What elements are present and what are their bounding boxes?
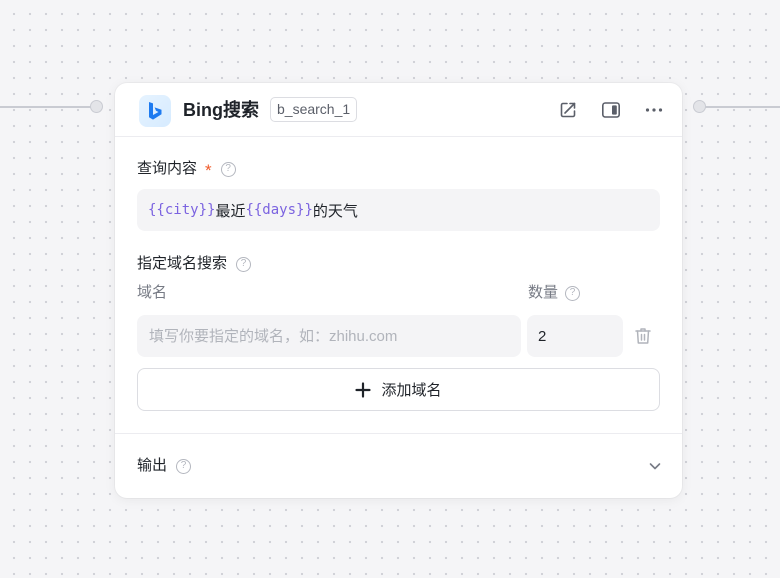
domain-input[interactable]: [137, 315, 521, 357]
help-icon[interactable]: ?: [236, 256, 252, 272]
domain-column-text: 域名: [137, 284, 168, 301]
variable-token: {{days}}: [245, 202, 313, 218]
output-port[interactable]: [693, 100, 706, 113]
query-text: 的天气: [312, 202, 358, 220]
query-input[interactable]: {{city}} 最近 {{days}} 的天气: [137, 189, 660, 231]
incoming-edge: [0, 106, 92, 108]
variable-token: {{city}}: [148, 202, 216, 218]
bing-logo-icon: [139, 95, 171, 127]
domain-search-label: 指定域名搜索: [137, 255, 228, 272]
help-icon[interactable]: ?: [565, 285, 581, 301]
section-divider: [115, 433, 682, 434]
more-button[interactable]: [643, 99, 665, 121]
add-domain-label: 添加域名: [381, 382, 442, 399]
output-label-row[interactable]: 输出 ?: [137, 456, 192, 476]
count-column-label: 数量 ?: [528, 283, 581, 303]
node-header: Bing搜索 b_search_1: [115, 83, 682, 137]
trash-icon: [635, 328, 651, 344]
query-label-row: 查询内容 * ?: [137, 159, 236, 180]
input-port[interactable]: [90, 100, 103, 113]
open-external-icon: [560, 102, 576, 118]
add-domain-button[interactable]: 添加域名: [137, 368, 660, 411]
plus-icon: [355, 381, 372, 398]
count-column-text: 数量: [528, 284, 559, 301]
help-icon[interactable]: ?: [220, 161, 236, 177]
node-id-badge[interactable]: b_search_1: [270, 97, 358, 122]
query-text: 最近: [215, 202, 246, 220]
help-icon[interactable]: ?: [176, 458, 192, 474]
open-external-button[interactable]: [557, 99, 579, 121]
side-panel-button[interactable]: [600, 99, 622, 121]
domain-search-label-row: 指定域名搜索 ?: [137, 254, 252, 274]
expand-output-button[interactable]: [647, 458, 663, 474]
outgoing-edge: [704, 106, 780, 108]
required-mark: *: [205, 161, 212, 180]
side-panel-icon: [601, 102, 620, 118]
query-label: 查询内容: [137, 160, 198, 177]
output-label: 输出: [137, 457, 168, 474]
more-icon: [645, 108, 663, 112]
delete-domain-button[interactable]: [633, 326, 653, 346]
count-input[interactable]: [527, 315, 623, 357]
chevron-down-icon: [649, 463, 661, 470]
node-title: Bing搜索: [183, 100, 259, 120]
domain-column-label: 域名: [137, 283, 167, 303]
bing-search-node[interactable]: Bing搜索 b_search_1 查询内容 * ? {{city}} 最近 {…: [115, 83, 682, 498]
